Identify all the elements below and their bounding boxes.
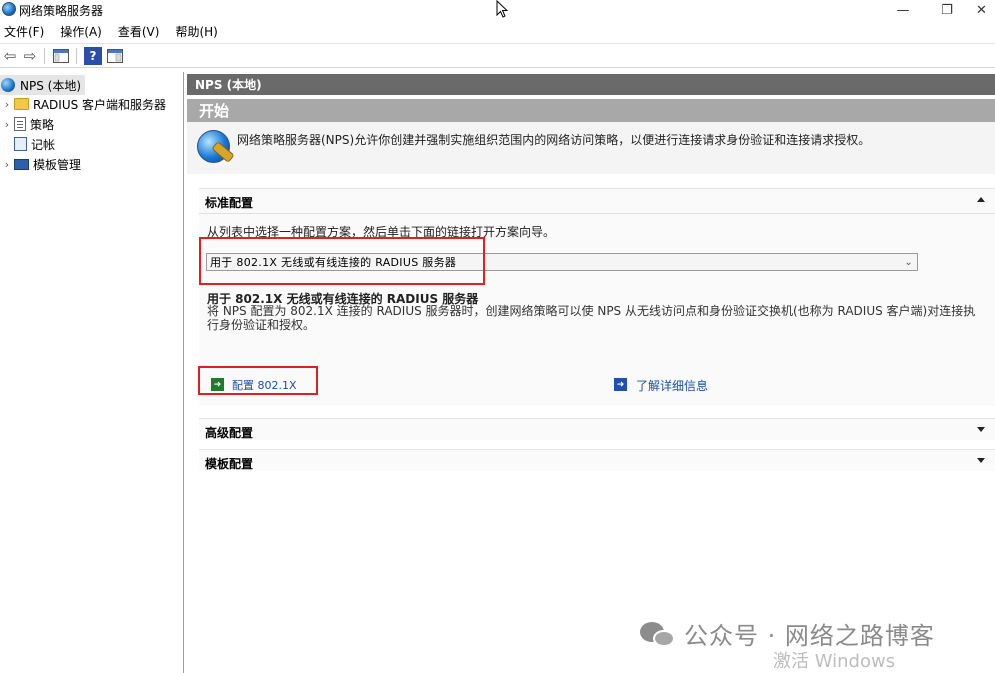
arrow-right-icon[interactable]: ➜	[614, 378, 627, 391]
tree-item-label: 模板管理	[33, 157, 82, 172]
tree-item-templates[interactable]: › 模板管理	[0, 154, 81, 174]
close-button[interactable]: ✕	[968, 0, 995, 20]
accounting-log-icon	[14, 137, 27, 151]
menu-help[interactable]: 帮助(H)	[175, 23, 217, 40]
tree-item-radius-clients[interactable]: › RADIUS 客户端和服务器	[0, 94, 166, 114]
expand-icon[interactable]	[977, 427, 985, 432]
forward-arrow-icon[interactable]: ⇨	[21, 47, 39, 65]
tree-item-policies[interactable]: › 策略	[0, 114, 54, 134]
nps-globe-icon	[197, 130, 230, 163]
help-icon[interactable]: ?	[84, 47, 102, 65]
highlight-box	[199, 237, 485, 285]
tree-item-label: NPS (本地)	[20, 78, 82, 93]
tree-item-label: 记帐	[31, 137, 56, 152]
details-pane: NPS (本地) 开始 网络策略服务器(NPS)允许你创建并强制实施组织范围内的…	[187, 72, 995, 673]
template-monitor-icon	[14, 158, 29, 170]
show-hide-console-tree-icon[interactable]	[52, 47, 70, 65]
chevron-right-icon[interactable]: ›	[0, 158, 14, 171]
getting-started-title: 开始	[187, 99, 995, 122]
toolbar: ⇦ ⇨ ?	[0, 43, 995, 68]
policy-document-icon	[14, 117, 26, 131]
intro-panel: 网络策略服务器(NPS)允许你创建并强制实施组织范围内的网络访问策略，以便进行连…	[187, 122, 995, 174]
window-title: 网络策略服务器	[19, 4, 104, 18]
advanced-config-section[interactable]: 高级配置	[199, 418, 995, 440]
menu-action[interactable]: 操作(A)	[60, 23, 102, 40]
menu-file[interactable]: 文件(F)	[4, 23, 44, 40]
activate-windows-text: 激活 Windows	[773, 651, 896, 672]
scenario-description: 将 NPS 配置为 802.1X 连接的 RADIUS 服务器时，创建网络策略可…	[207, 304, 976, 332]
toolbar-divider	[76, 48, 77, 64]
nps-globe-icon	[2, 2, 16, 16]
section-title: 标准配置	[205, 196, 254, 210]
watermark: 公众号 · 网络之路博客	[640, 616, 935, 651]
properties-pane-icon[interactable]	[106, 47, 124, 65]
expand-icon[interactable]	[977, 458, 985, 463]
toolbar-divider	[44, 48, 45, 64]
standard-config-section: 标准配置 从列表中选择一种配置方案，然后单击下面的链接打开方案向导。 用于 80…	[198, 188, 995, 406]
back-arrow-icon[interactable]: ⇦	[1, 47, 19, 65]
wechat-icon	[640, 620, 676, 648]
learn-more-link[interactable]: 了解详细信息	[636, 377, 708, 394]
tree-item-label: RADIUS 客户端和服务器	[33, 97, 167, 112]
menu-bar: 文件(F) 操作(A) 查看(V) 帮助(H)	[0, 21, 995, 42]
watermark-text: 公众号 · 网络之路博客	[684, 622, 935, 650]
maximize-button[interactable]: ❐	[924, 0, 970, 20]
intro-text: 网络策略服务器(NPS)允许你创建并强制实施组织范围内的网络访问策略，以便进行连…	[237, 133, 871, 147]
section-title: 模板配置	[205, 457, 254, 471]
template-config-section[interactable]: 模板配置	[199, 449, 995, 471]
highlight-box	[198, 366, 318, 395]
nps-globe-icon	[1, 78, 15, 92]
chevron-down-icon[interactable]: ⌄	[904, 257, 913, 268]
chevron-right-icon[interactable]: ›	[0, 118, 14, 131]
folder-icon	[14, 98, 29, 110]
tree-item-label: 策略	[30, 117, 55, 132]
section-title: 高级配置	[205, 426, 254, 440]
chevron-right-icon[interactable]: ›	[0, 98, 14, 111]
menu-view[interactable]: 查看(V)	[118, 23, 160, 40]
minimize-button[interactable]: —	[880, 0, 926, 20]
mouse-cursor-icon	[496, 0, 509, 18]
collapse-icon[interactable]	[977, 197, 985, 202]
section-divider	[199, 213, 995, 214]
tree-item-accounting[interactable]: 记帐	[0, 134, 55, 154]
tree-item-nps-local[interactable]: NPS (本地)	[0, 75, 86, 95]
pane-header: NPS (本地)	[187, 74, 995, 95]
console-tree: NPS (本地) › RADIUS 客户端和服务器 › 策略 记帐 › 模板管理	[0, 72, 184, 673]
